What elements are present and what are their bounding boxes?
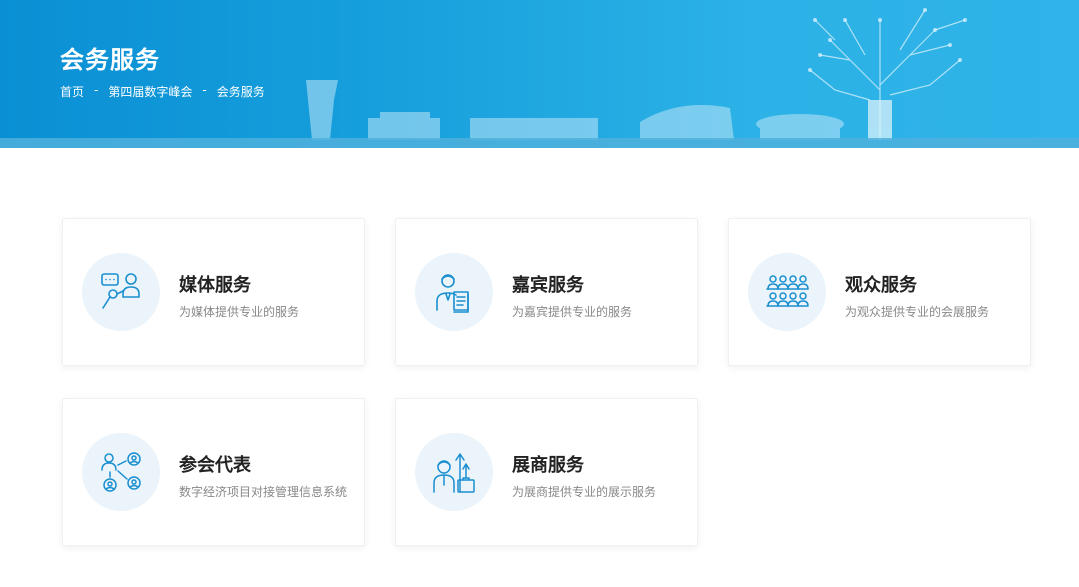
card-guest-service[interactable]: 嘉宾服务 为嘉宾提供专业的服务 (395, 218, 698, 366)
card-title: 观众服务 (845, 275, 917, 296)
card-description: 为展商提供专业的展示服务 (512, 485, 657, 499)
card-media-service[interactable]: 媒体服务 为媒体提供专业的服务 (62, 218, 365, 366)
breadcrumb-separator: - (94, 83, 99, 97)
guest-document-icon (436, 274, 469, 313)
card-title: 嘉宾服务 (512, 275, 584, 296)
exhibitor-growth-icon (433, 453, 475, 493)
media-interview-icon (101, 273, 140, 309)
breadcrumb-current: 会务服务 (216, 85, 265, 99)
page-title: 会务服务 (60, 46, 160, 74)
delegate-network-icon (101, 452, 141, 492)
city-skyline-illustration (306, 8, 967, 140)
header-banner: 会务服务 首页 - 第四届数字峰会 - 会务服务 (0, 0, 1079, 148)
card-exhibitor-service[interactable]: 展商服务 为展商提供专业的展示服务 (395, 398, 698, 546)
breadcrumb-home-link[interactable]: 首页 (60, 83, 84, 100)
card-title: 媒体服务 (179, 275, 251, 296)
audience-group-icon (766, 275, 809, 307)
breadcrumb: 首页 - 第四届数字峰会 - 会务服务 (60, 83, 265, 100)
card-audience-service[interactable]: 观众服务 为观众提供专业的会展服务 (728, 218, 1031, 366)
breadcrumb-separator: - (202, 83, 207, 97)
breadcrumb-summit-link[interactable]: 第四届数字峰会 (108, 83, 192, 100)
card-title: 展商服务 (512, 455, 584, 476)
card-delegate-service[interactable]: 参会代表 数字经济项目对接管理信息系统 (62, 398, 365, 546)
card-description: 为观众提供专业的会展服务 (845, 305, 990, 319)
card-title: 参会代表 (179, 455, 251, 476)
card-description: 数字经济项目对接管理信息系统 (179, 485, 348, 499)
card-description: 为媒体提供专业的服务 (179, 305, 300, 319)
card-description: 为嘉宾提供专业的服务 (512, 305, 633, 319)
